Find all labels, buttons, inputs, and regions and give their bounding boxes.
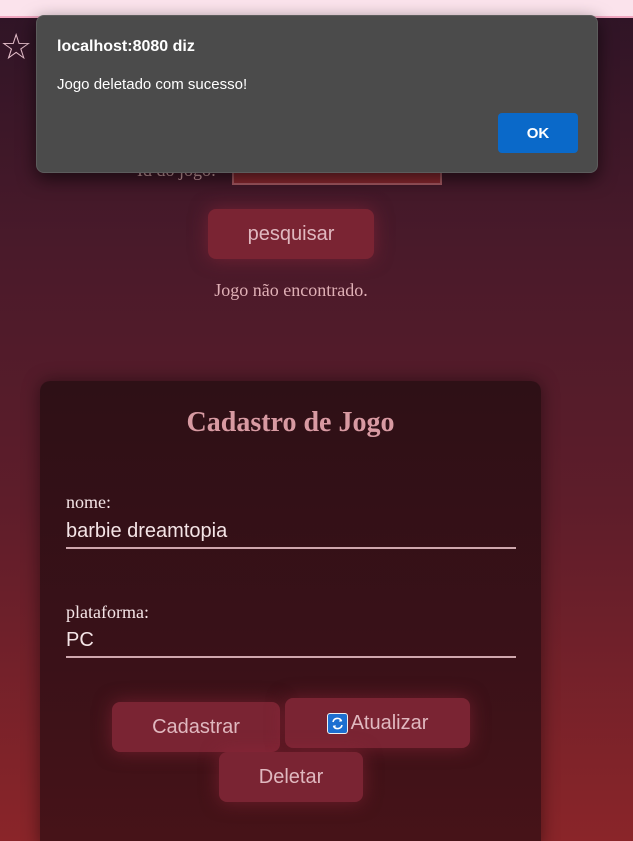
deletar-button[interactable]: Deletar: [219, 752, 363, 802]
search-button[interactable]: pesquisar: [208, 209, 374, 259]
dialog-title: localhost:8080 diz: [57, 38, 195, 55]
atualizar-label: Atualizar: [350, 711, 429, 734]
atualizar-button[interactable]: Atualizar: [285, 698, 470, 748]
star-icon[interactable]: ☆: [0, 30, 32, 66]
ok-button[interactable]: OK: [498, 113, 578, 153]
plataforma-label: plataforma:: [66, 602, 149, 622]
dialog-message: Jogo deletado com sucesso!: [57, 76, 248, 93]
alert-dialog: localhost:8080 diz Jogo deletado com suc…: [36, 15, 598, 173]
cadastrar-button[interactable]: Cadastrar: [112, 702, 280, 752]
nome-label: nome:: [66, 492, 111, 512]
refresh-icon: [326, 712, 348, 734]
search-status-text: Jogo não encontrado.: [214, 280, 368, 300]
form-title: Cadastro de Jogo: [186, 407, 395, 438]
plataforma-input[interactable]: PC: [66, 626, 516, 658]
game-form-card: Cadastro de Jogo nome: barbie dreamtopia…: [40, 381, 541, 841]
nome-input[interactable]: barbie dreamtopia: [66, 517, 516, 549]
